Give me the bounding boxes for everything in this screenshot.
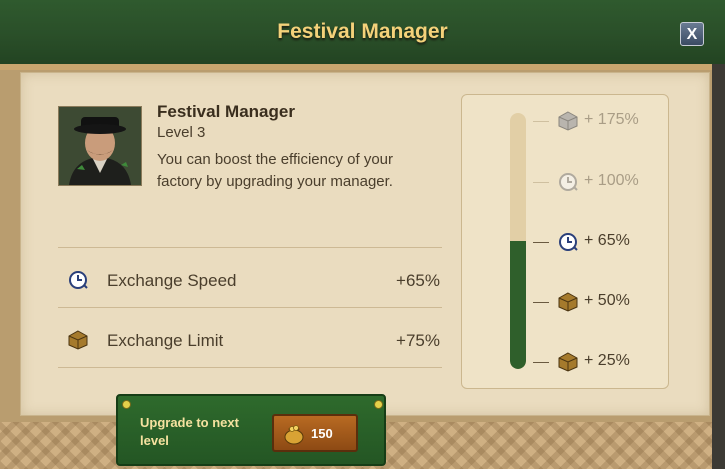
crate-icon — [68, 330, 88, 350]
gauge-level-label: + 25% — [584, 352, 630, 369]
stat-row-exchange-limit: Exchange Limit +75% — [58, 322, 442, 362]
manager-portrait — [58, 106, 142, 186]
gauge-tick — [533, 121, 549, 122]
boost-gauge-fill — [510, 241, 526, 369]
divider — [58, 307, 442, 308]
stat-label: Exchange Limit — [107, 331, 224, 350]
upgrade-label: Upgrade to next level — [140, 415, 239, 448]
stat-value: +65% — [396, 271, 440, 290]
background-edge — [712, 64, 725, 469]
clock-icon — [558, 172, 578, 192]
clock-icon — [558, 232, 578, 252]
rivet-decoration — [122, 400, 131, 409]
upgrade-button[interactable]: 150 — [272, 414, 358, 452]
gauge-tick — [533, 182, 549, 183]
divider — [58, 367, 442, 368]
gauge-tick — [533, 242, 549, 243]
stat-value: +75% — [396, 331, 440, 350]
gauge-level-label: + 100% — [584, 172, 639, 189]
window-title: Festival Manager — [277, 20, 448, 43]
close-button[interactable]: X — [680, 22, 704, 46]
gauge-level-label: + 50% — [584, 292, 630, 309]
upgrade-cost: 150 — [311, 426, 333, 441]
crate-icon — [558, 292, 578, 312]
stat-label: Exchange Speed — [107, 271, 237, 290]
gauge-tick — [533, 302, 549, 303]
manager-description: You can boost the efficiency of your fac… — [157, 151, 393, 190]
crate-icon — [558, 111, 578, 131]
manager-level: Level 3 — [157, 124, 206, 141]
divider — [58, 247, 442, 248]
gauge-level-label: + 65% — [584, 232, 630, 249]
gauge-tick — [533, 362, 549, 363]
clock-icon — [68, 270, 88, 290]
coin-sack-icon — [283, 423, 305, 445]
manager-name: Festival Manager — [157, 102, 295, 121]
frame-border — [0, 64, 725, 70]
festival-manager-window: Festival Manager X Festival Manager Leve… — [0, 0, 725, 469]
crate-icon — [558, 352, 578, 372]
gauge-level-label: + 175% — [584, 111, 639, 128]
stat-row-exchange-speed: Exchange Speed +65% — [58, 262, 442, 302]
rivet-decoration — [374, 400, 383, 409]
boost-gauge-track — [510, 113, 526, 369]
